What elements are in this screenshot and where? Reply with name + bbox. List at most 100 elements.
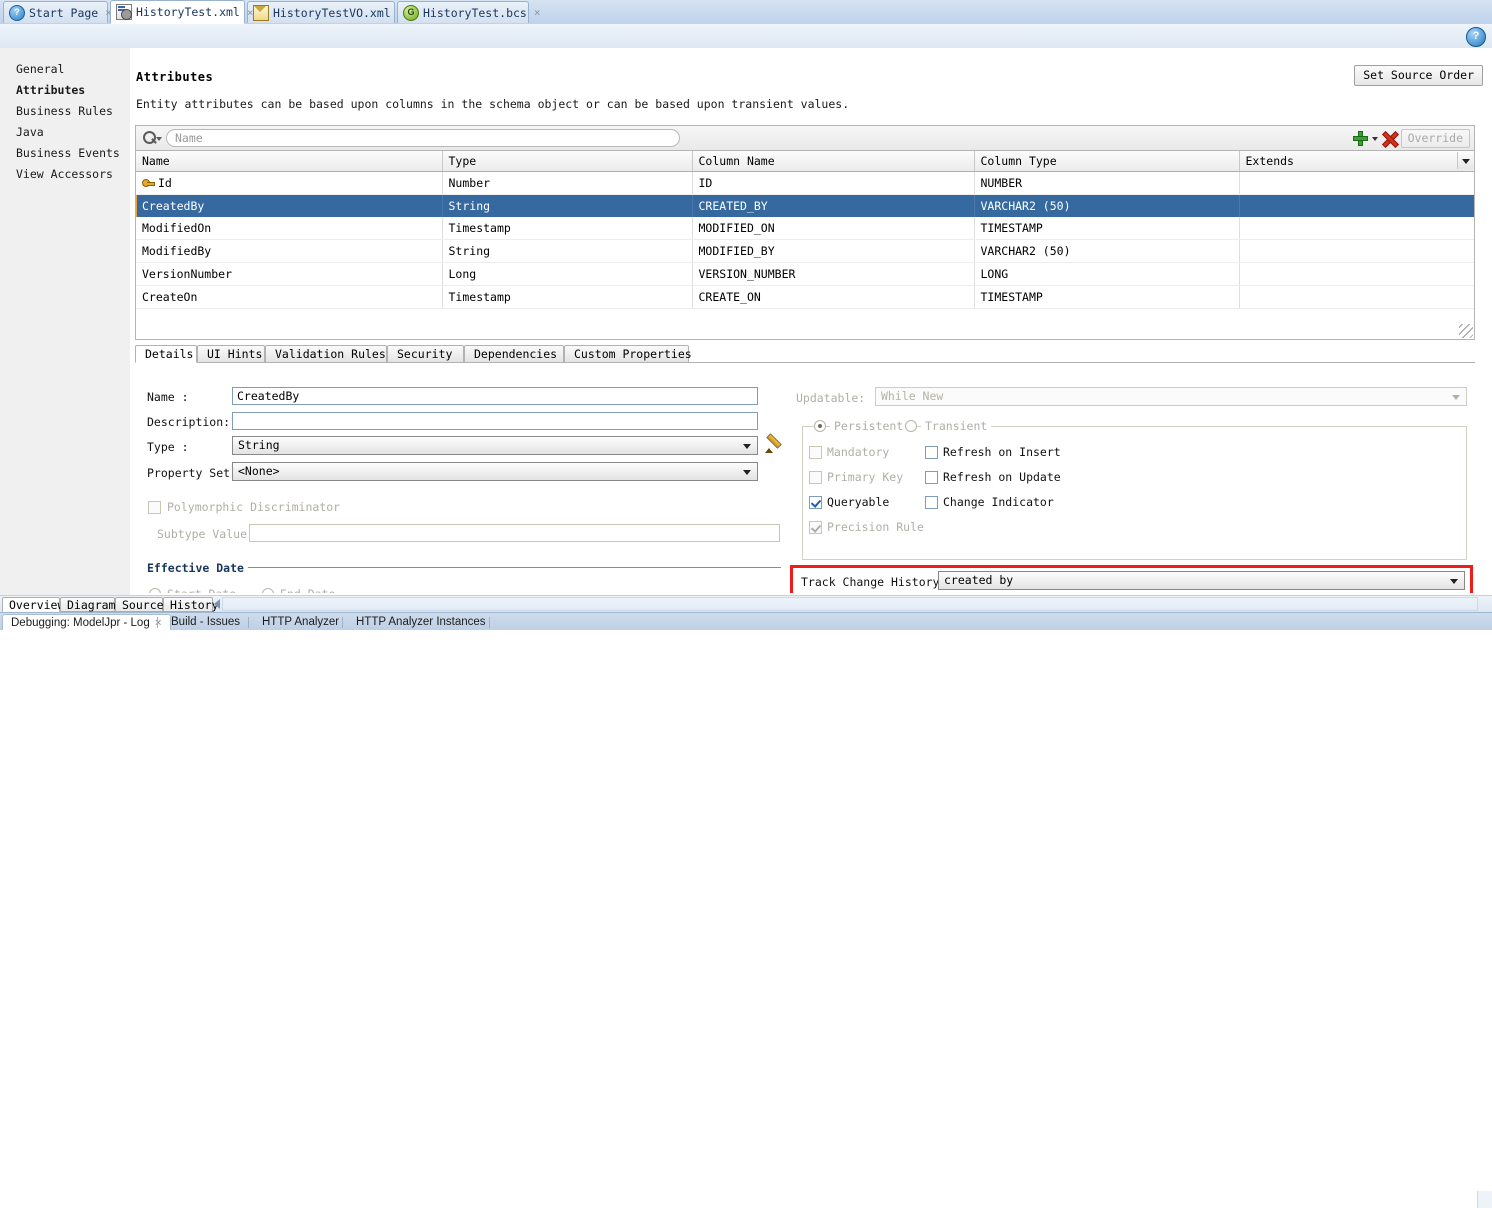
help-circle-icon[interactable]: ? <box>1466 27 1486 47</box>
close-icon[interactable]: × <box>155 615 162 629</box>
name-field[interactable] <box>232 387 758 405</box>
change-indicator-checkbox[interactable] <box>925 496 938 509</box>
chevron-down-icon <box>1450 579 1458 584</box>
log-tab-debugging[interactable]: Debugging: ModelJpr - Log × <box>2 614 171 630</box>
column-header-name[interactable]: Name <box>136 151 443 172</box>
subtype-value-label: Subtype Value: <box>157 527 254 541</box>
cell-column-type: TIMESTAMP <box>974 217 1240 240</box>
log-dock-tab-bar: Debugging: ModelJpr - Log × Build - Issue… <box>0 612 1492 630</box>
table-resize-grip[interactable] <box>1459 324 1473 338</box>
tab-ui-hints[interactable]: UI Hints <box>197 345 265 363</box>
column-chooser-icon[interactable] <box>1457 152 1473 169</box>
mandatory-checkbox[interactable] <box>809 446 822 459</box>
log-tab-build-issues[interactable]: Build - Issues <box>163 615 248 630</box>
start-date-radio[interactable] <box>149 588 161 593</box>
view-tab-overview[interactable]: Overview <box>2 597 64 612</box>
column-header-column-type[interactable]: Column Type <box>974 151 1240 172</box>
table-row[interactable]: VersionNumber Long VERSION_NUMBER LONG <box>136 262 1474 286</box>
cell-column-name: CREATE_ON <box>692 285 975 309</box>
cell-type: Long <box>442 262 693 286</box>
editor-tab-bar: ? Start Page × HistoryTest.xml × History… <box>0 0 1492 25</box>
persistent-label: Persistent <box>830 419 908 433</box>
sidebar-item-java[interactable]: Java <box>0 122 130 143</box>
cell-extends <box>1239 285 1474 309</box>
column-header-column-name[interactable]: Column Name <box>692 151 975 172</box>
chevron-down-icon[interactable] <box>1371 136 1378 141</box>
close-icon[interactable]: × <box>534 6 541 19</box>
updatable-combobox[interactable]: While New <box>875 387 1467 406</box>
sidebar-item-business-rules[interactable]: Business Rules <box>0 101 130 122</box>
tab-validation-rules[interactable]: Validation Rules <box>265 345 387 363</box>
view-tab-diagram[interactable]: Diagram <box>60 597 115 612</box>
type-combobox[interactable]: String <box>232 436 758 455</box>
precision-rule-checkbox[interactable] <box>809 521 822 534</box>
view-tab-source[interactable]: Source <box>115 597 164 612</box>
chevron-down-icon <box>743 470 751 475</box>
sidebar-item-label: Attributes <box>16 83 86 97</box>
attributes-toolbar-buttons: Override <box>1352 128 1470 149</box>
table-row[interactable]: CreateOn Timestamp CREATE_ON TIMESTAMP <box>136 285 1474 309</box>
editor-tab-historytest-bcs[interactable]: G HistoryTest.bcs × <box>397 1 540 23</box>
queryable-checkbox[interactable] <box>809 496 822 509</box>
add-attribute-icon[interactable] <box>1352 131 1368 146</box>
editor-tab-start-page[interactable]: ? Start Page × <box>3 1 112 23</box>
cell-name: Id <box>136 171 443 195</box>
divider <box>489 617 490 628</box>
property-set-label: Property Set: <box>147 466 238 480</box>
description-field[interactable] <box>232 412 758 430</box>
close-icon[interactable]: × <box>247 6 254 19</box>
table-row-selected[interactable]: CreatedBy String CREATED_BY VARCHAR2 (50… <box>136 194 1474 217</box>
table-row[interactable]: Id Number ID NUMBER <box>136 171 1474 195</box>
persistent-radio[interactable] <box>814 420 826 432</box>
sidebar-item-attributes[interactable]: Attributes <box>0 80 130 101</box>
property-set-combobox[interactable]: <None> <box>232 462 758 481</box>
view-tab-history[interactable]: History <box>163 597 218 612</box>
primary-key-label: Primary Key <box>827 470 904 484</box>
column-header-extends[interactable]: Extends <box>1239 151 1474 172</box>
precision-rule-label: Precision Rule <box>827 520 924 534</box>
vertical-scrollbar-stub[interactable] <box>1477 1191 1492 1208</box>
tab-custom-properties[interactable]: Custom Properties <box>564 345 692 363</box>
sidebar-item-view-accessors[interactable]: View Accessors <box>0 164 130 185</box>
subtype-value-field[interactable] <box>249 524 780 542</box>
tab-security[interactable]: Security <box>387 345 464 363</box>
table-row[interactable]: ModifiedBy String MODIFIED_BY VARCHAR2 (… <box>136 239 1474 263</box>
track-change-history-combobox[interactable]: created by <box>938 571 1465 590</box>
cell-column-type: TIMESTAMP <box>974 285 1240 309</box>
log-tab-http-analyzer[interactable]: HTTP Analyzer <box>254 615 347 630</box>
transient-radio[interactable] <box>905 420 917 432</box>
pencil-icon[interactable] <box>765 433 782 453</box>
type-combobox-value: String <box>238 438 280 452</box>
sidebar-item-general[interactable]: General <box>0 59 130 80</box>
horizontal-scrollbar[interactable] <box>222 597 1478 611</box>
page-title: Attributes <box>136 70 214 84</box>
polymorphic-discriminator-checkbox[interactable] <box>148 501 161 514</box>
search-icon[interactable] <box>142 129 164 147</box>
column-header-type[interactable]: Type <box>442 151 693 172</box>
sidebar-item-business-events[interactable]: Business Events <box>0 143 130 164</box>
tab-dependencies[interactable]: Dependencies <box>464 345 564 363</box>
log-tab-http-analyzer-instances[interactable]: HTTP Analyzer Instances <box>348 615 494 630</box>
table-row[interactable]: ModifiedOn Timestamp MODIFIED_ON TIMESTA… <box>136 217 1474 240</box>
override-button: Override <box>1400 129 1470 148</box>
editor-tab-label: Start Page <box>29 5 99 20</box>
scroll-left-icon[interactable] <box>214 599 220 609</box>
cell-extends <box>1239 262 1474 286</box>
search-input[interactable] <box>166 129 680 147</box>
refresh-on-insert-checkbox[interactable] <box>925 446 938 459</box>
editor-tab-historytestvo-xml[interactable]: HistoryTestVO.xml × <box>247 1 404 23</box>
cell-type: Number <box>442 171 693 195</box>
set-source-order-button[interactable]: Set Source Order <box>1354 65 1483 86</box>
cell-name: CreatedBy <box>136 194 443 217</box>
delete-attribute-icon[interactable] <box>1382 131 1397 146</box>
end-date-radio[interactable] <box>262 588 274 593</box>
chevron-down-icon <box>743 444 751 449</box>
cell-type: Timestamp <box>442 217 693 240</box>
editor-tab-historytest-xml[interactable]: HistoryTest.xml × <box>110 0 253 24</box>
updatable-label: Updatable: <box>796 391 866 405</box>
primary-key-checkbox[interactable] <box>809 471 822 484</box>
refresh-on-update-checkbox[interactable] <box>925 471 938 484</box>
editor-view-tab-bar: Overview Diagram Source History <box>0 595 1492 1208</box>
tab-details[interactable]: Details <box>135 345 197 363</box>
log-tab-label: HTTP Analyzer <box>262 616 340 628</box>
